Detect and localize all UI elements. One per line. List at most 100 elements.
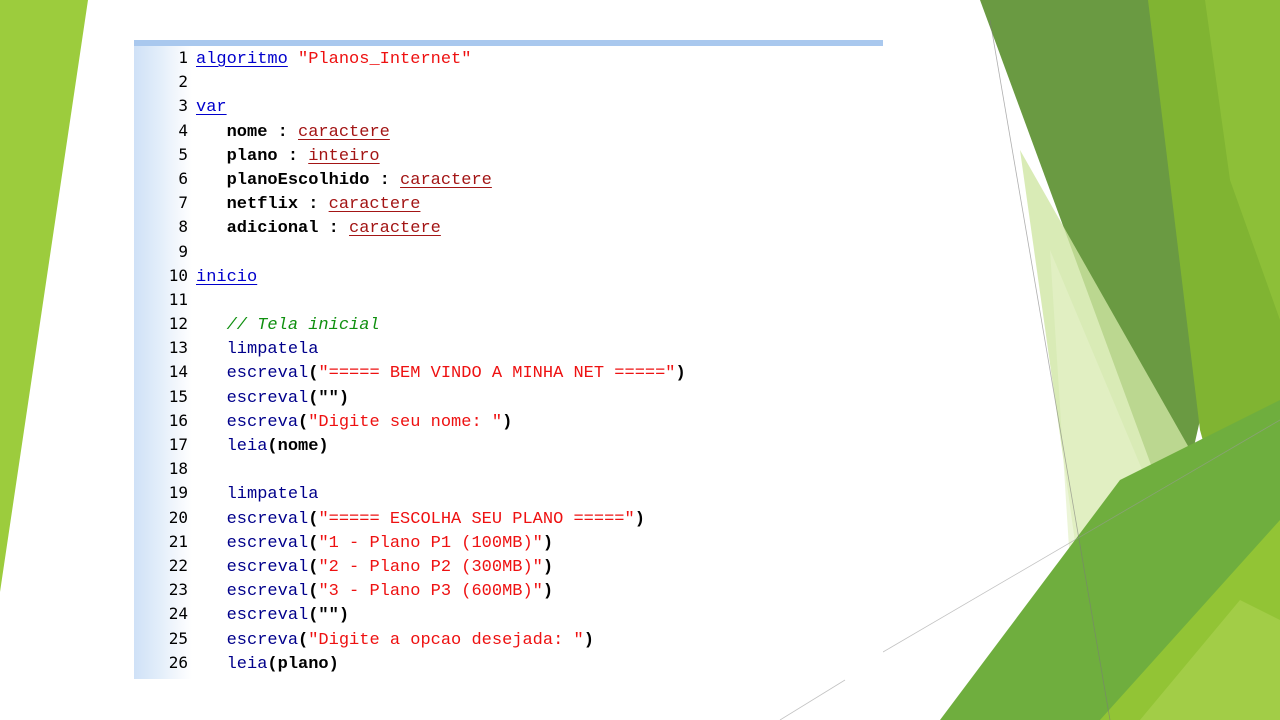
code-token-plain: nome :	[196, 122, 299, 142]
code-line: 21 escreval("1 - Plano P1 (100MB)")	[134, 530, 883, 554]
code-line: 13 limpatela	[134, 336, 883, 360]
line-number: 12	[168, 314, 188, 334]
code-line: 3 var	[134, 94, 883, 118]
code-text: var	[196, 96, 227, 120]
code-line: 10 inicio	[134, 264, 883, 288]
code-token-punc: ("")	[308, 606, 350, 626]
line-number: 17	[168, 435, 188, 454]
code-line: 12 // Tela inicial	[134, 312, 883, 336]
code-text: leia(nome)	[196, 435, 329, 459]
code-text: escreval("")	[196, 604, 349, 628]
code-token-fn: leia	[226, 437, 268, 456]
code-token-punc: (plano)	[267, 654, 339, 674]
code-line: 25 escreva("Digite a opcao desejada: ")	[134, 627, 883, 651]
code-token-str: "===== ESCOLHA SEU PLANO ====="	[318, 509, 635, 529]
code-token-fn: escreval	[226, 364, 309, 384]
code-token-kw: var	[196, 98, 227, 118]
line-number: 26	[168, 652, 188, 672]
code-line: 4 nome : caractere	[134, 119, 883, 143]
code-text: // Tela inicial	[196, 314, 380, 338]
code-line: 6 planoEscolhido : caractere	[134, 167, 883, 191]
code-text: escreval("2 - Plano P2 (300MB)")	[196, 556, 553, 580]
line-number: 24	[168, 604, 188, 624]
code-token-fn: escreva	[226, 412, 299, 432]
code-token-str: "===== BEM VINDO A MINHA NET ====="	[318, 364, 676, 384]
code-line: 24 escreval("")	[134, 602, 883, 626]
code-token-fn: escreval	[226, 509, 309, 529]
code-token-punc: (	[308, 509, 319, 529]
code-token-punc: (nome)	[267, 437, 329, 456]
code-token-plain: netflix :	[196, 195, 329, 215]
line-number: 15	[168, 386, 188, 406]
code-token-fn: leia	[226, 654, 268, 674]
code-token-punc: )	[634, 509, 645, 529]
code-token-punc: (	[298, 630, 309, 650]
code-token-punc: )	[542, 557, 554, 577]
line-number: 9	[178, 241, 188, 261]
line-number: 5	[178, 144, 188, 164]
line-number: 8	[178, 217, 188, 237]
code-line: 11	[134, 288, 883, 312]
line-number: 18	[168, 459, 188, 479]
line-number: 4	[178, 120, 188, 140]
code-token-punc: )	[542, 582, 554, 602]
code-token-str: "Digite seu nome: "	[308, 412, 503, 432]
code-text: escreval("===== BEM VINDO A MINHA NET ==…	[196, 362, 686, 386]
code-text: escreval("")	[196, 387, 349, 411]
code-text: escreval("1 - Plano P1 (100MB)")	[196, 532, 553, 556]
code-token-punc: )	[583, 630, 594, 650]
line-number: 11	[168, 289, 188, 309]
code-token-fn: limpatela	[226, 340, 319, 360]
code-line: 23 escreval("3 - Plano P3 (600MB)")	[134, 578, 883, 602]
code-token-fn: escreval	[226, 557, 309, 577]
code-text: escreva("Digite a opcao desejada: ")	[196, 629, 594, 653]
code-token-fn: limpatela	[226, 485, 319, 505]
code-text: leia(plano)	[196, 653, 339, 677]
code-editor-screenshot: 1 algoritmo "Planos_Internet" 2 3 var 4 nome …	[134, 40, 883, 679]
code-text: inicio	[196, 266, 257, 290]
code-token-punc: ("")	[308, 388, 350, 408]
code-token-fn: escreval	[226, 388, 309, 408]
code-line: 7 netflix : caractere	[134, 191, 883, 215]
code-token-punc: (	[298, 412, 309, 432]
code-token-plain: planoEscolhido :	[196, 170, 401, 190]
line-number: 21	[168, 531, 188, 551]
code-token-type: caractere	[298, 122, 390, 142]
code-line: 14 escreval("===== BEM VINDO A MINHA NET…	[134, 360, 883, 384]
code-token-punc: (	[308, 364, 319, 384]
code-token-type: caractere	[400, 170, 492, 190]
code-line: 9	[134, 240, 883, 264]
code-token-type: caractere	[328, 195, 421, 215]
code-token-punc: (	[308, 582, 319, 602]
code-line: 15 escreval("")	[134, 385, 883, 409]
code-line: 20 escreval("===== ESCOLHA SEU PLANO ===…	[134, 506, 883, 530]
code-token-str: "2 - Plano P2 (300MB)"	[318, 557, 543, 577]
code-text: adicional : caractere	[196, 217, 441, 241]
code-token-punc: )	[502, 412, 513, 432]
code-line: 26 leia(plano)	[134, 651, 883, 675]
code-line: 18	[134, 457, 883, 481]
code-line: 8 adicional : caractere	[134, 215, 883, 239]
code-token-cmt: // Tela inicial	[226, 316, 380, 336]
code-line: 17 leia(nome)	[134, 433, 883, 457]
code-text: escreval("3 - Plano P3 (600MB)")	[196, 580, 553, 604]
line-number: 14	[168, 362, 188, 382]
code-lines: 1 algoritmo "Planos_Internet" 2 3 var 4 nome …	[134, 46, 883, 675]
code-text: escreval("===== ESCOLHA SEU PLANO ====="…	[196, 508, 645, 532]
code-token-fn: escreval	[226, 533, 309, 553]
code-line: 2	[134, 70, 883, 94]
code-token-fn: escreva	[226, 630, 299, 650]
line-number: 10	[168, 265, 188, 285]
code-token-punc: )	[675, 364, 686, 384]
code-token-punc: (	[308, 533, 319, 553]
